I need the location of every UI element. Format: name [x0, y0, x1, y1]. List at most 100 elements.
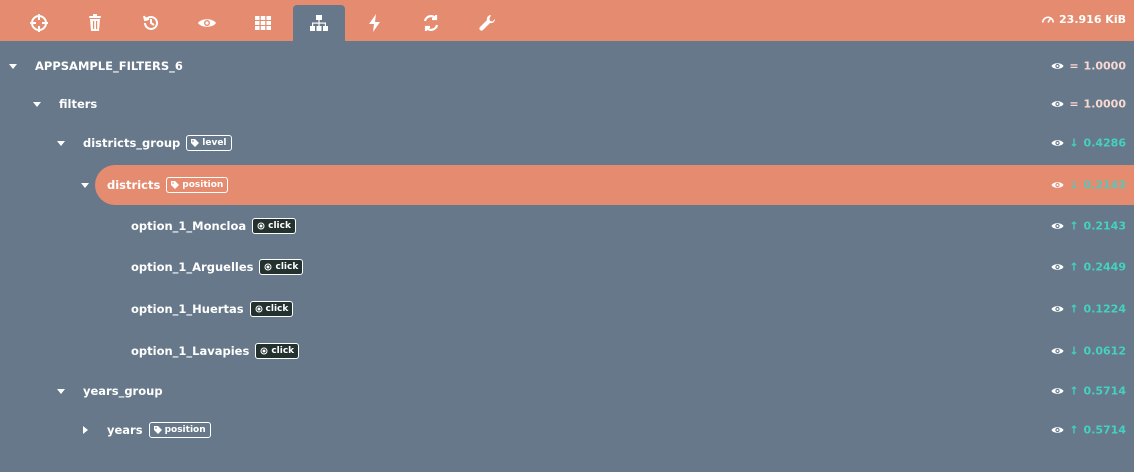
eye-icon[interactable]: [1051, 220, 1064, 233]
memory-indicator: 23.916 KiB: [1041, 12, 1126, 26]
tree-row-appsample[interactable]: APPSAMPLE_FILTERS_6 = 1.0000: [0, 46, 1134, 86]
caret-down-icon[interactable]: [80, 180, 90, 190]
tag-label: click: [275, 262, 299, 272]
refresh-icon: [423, 15, 439, 31]
node-label: years_group: [83, 384, 163, 398]
tag-label: position: [182, 180, 224, 190]
toolbar: 23.916 KiB: [0, 0, 1134, 41]
metric-symbol: =: [1069, 59, 1079, 73]
caret-right-icon[interactable]: [80, 425, 90, 435]
node-label: districts_group: [83, 136, 181, 150]
tree-button[interactable]: [293, 5, 345, 41]
node-metric: ↓ 0.4286: [1051, 137, 1126, 150]
grid-button[interactable]: [237, 5, 289, 41]
metric-symbol: ↑: [1069, 219, 1079, 233]
metric-symbol: ↓: [1069, 344, 1079, 358]
actions-button[interactable]: [349, 5, 401, 41]
metric-symbol: =: [1069, 97, 1079, 111]
metric-symbol: ↓: [1069, 178, 1079, 192]
node-metric: ↑ 0.2143: [1051, 220, 1126, 233]
settings-button[interactable]: [461, 5, 513, 41]
eye-icon[interactable]: [1051, 179, 1064, 192]
history-button[interactable]: [125, 5, 177, 41]
eye-icon[interactable]: [1051, 345, 1064, 358]
metric-value: 1.0000: [1083, 59, 1126, 73]
eye-icon[interactable]: [1051, 98, 1064, 111]
trash-icon: [89, 14, 101, 31]
crosshair-icon: [30, 14, 48, 32]
metric-symbol: ↑: [1069, 302, 1079, 316]
tree-row-filters[interactable]: filters = 1.0000: [0, 84, 1134, 124]
eye-icon[interactable]: [1051, 137, 1064, 150]
view-button[interactable]: [181, 5, 233, 41]
sitemap-icon: [310, 15, 328, 31]
tag-icon: [171, 181, 180, 189]
node-tag[interactable]: click: [259, 259, 304, 275]
target-icon: [264, 263, 272, 271]
node-metric: ↓ 0.0612: [1051, 345, 1126, 358]
node-metric: = 1.0000: [1051, 60, 1126, 73]
node-metric: ↑ 0.5714: [1051, 424, 1126, 437]
eye-icon[interactable]: [1051, 261, 1064, 274]
tag-label: click: [268, 221, 291, 231]
tree-row-option-lavapies[interactable]: option_1_Lavapies click ↓ 0.0612: [0, 331, 1134, 371]
node-tag[interactable]: click: [252, 218, 296, 234]
tree-row-option-arguelles[interactable]: option_1_Arguelles click ↑ 0.2449: [0, 247, 1134, 287]
node-metric: ↑ 0.1224: [1051, 303, 1126, 316]
eye-icon[interactable]: [1051, 424, 1064, 437]
tree-row-districts-group[interactable]: districts_group level ↓ 0.4286: [0, 123, 1134, 163]
eye-icon[interactable]: [1051, 385, 1064, 398]
node-tag: position: [148, 422, 211, 438]
metric-value: 0.2449: [1083, 260, 1126, 274]
node-label: option_1_Huertas: [131, 302, 244, 316]
node-tag: position: [166, 177, 229, 193]
memory-value: 23.916 KiB: [1059, 12, 1126, 26]
node-label: APPSAMPLE_FILTERS_6: [35, 59, 183, 73]
tag-label: click: [271, 346, 295, 356]
caret-down-icon[interactable]: [32, 99, 42, 109]
bolt-icon: [369, 14, 380, 32]
metric-value: 0.2143: [1083, 219, 1126, 233]
refresh-button[interactable]: [405, 5, 457, 41]
tag-label: level: [202, 138, 227, 148]
tag-icon: [153, 426, 162, 434]
metric-value: 0.2143: [1083, 178, 1126, 192]
node-label: option_1_Arguelles: [131, 260, 254, 274]
node-tag[interactable]: click: [249, 301, 294, 317]
node-metric: ↓ 0.2143: [1051, 179, 1126, 192]
eye-icon: [198, 19, 216, 27]
crosshair-button[interactable]: [13, 5, 65, 41]
eye-icon[interactable]: [1051, 60, 1064, 73]
metric-symbol: ↑: [1069, 260, 1079, 274]
metric-value: 0.5714: [1083, 423, 1126, 437]
caret-down-icon[interactable]: [56, 138, 66, 148]
node-label: option_1_Moncloa: [131, 219, 247, 233]
target-icon: [257, 222, 265, 230]
metric-value: 0.1224: [1083, 302, 1126, 316]
wrench-icon: [479, 14, 496, 31]
node-tag: level: [186, 135, 232, 151]
tag-icon: [191, 139, 200, 147]
node-label: districts: [107, 178, 161, 192]
caret-down-icon[interactable]: [8, 61, 18, 71]
tree-row-option-huertas[interactable]: option_1_Huertas click ↑ 0.1224: [0, 289, 1134, 329]
node-label: option_1_Lavapies: [131, 344, 250, 358]
node-metric: ↑ 0.2449: [1051, 261, 1126, 274]
target-icon: [255, 305, 263, 313]
tree-row-districts[interactable]: districts position ↓ 0.2143: [0, 165, 1134, 205]
history-icon: [143, 15, 158, 30]
metric-symbol: ↑: [1069, 384, 1079, 398]
target-icon: [260, 347, 268, 355]
delete-button[interactable]: [69, 5, 121, 41]
tree-row-years[interactable]: years position ↑ 0.5714: [0, 410, 1134, 450]
tag-label: click: [265, 304, 289, 314]
node-tag[interactable]: click: [255, 343, 300, 359]
metric-value: 0.4286: [1083, 136, 1126, 150]
tree-row-years-group[interactable]: years_group ↑ 0.5714: [0, 371, 1134, 411]
node-label: filters: [59, 97, 98, 111]
metric-value: 0.5714: [1083, 384, 1126, 398]
eye-icon[interactable]: [1051, 303, 1064, 316]
caret-down-icon[interactable]: [56, 386, 66, 396]
tree-row-option-moncloa[interactable]: option_1_Moncloa click ↑ 0.2143: [0, 206, 1134, 246]
metric-symbol: ↓: [1069, 136, 1079, 150]
